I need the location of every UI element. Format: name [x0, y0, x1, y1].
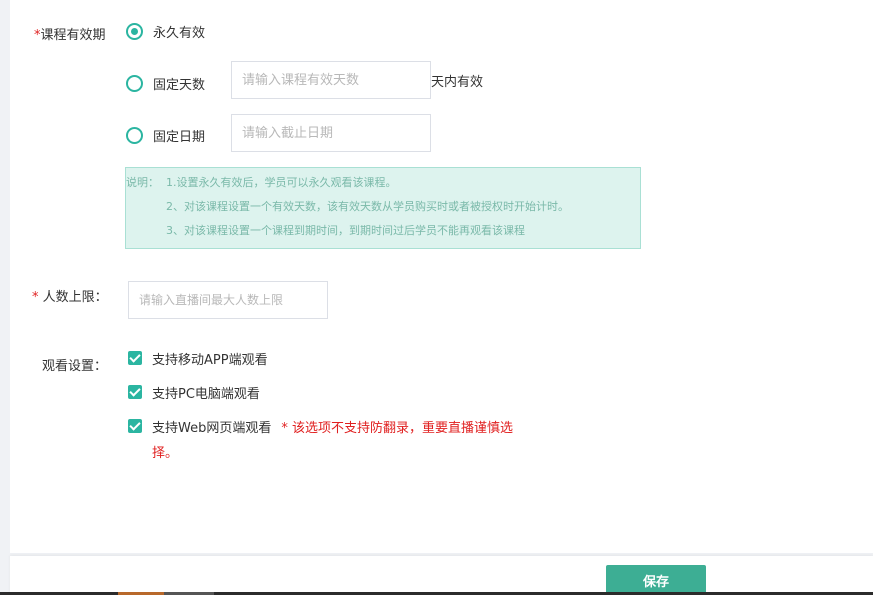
web-warning-text-cont: 择。: [152, 446, 179, 461]
max-users-label: * 人数上限：: [32, 286, 108, 305]
max-users-input[interactable]: [128, 281, 328, 319]
radio-fixed-days[interactable]: 固定天数: [126, 74, 205, 93]
radio-permanent[interactable]: 永久有效: [126, 22, 205, 41]
radio-fixed-days-indicator[interactable]: [126, 75, 143, 92]
required-mark: *: [32, 290, 39, 305]
radio-permanent-indicator[interactable]: [126, 23, 143, 40]
left-strip: [0, 0, 10, 595]
fixed-date-input[interactable]: [231, 114, 431, 152]
validity-label: *课程有效期: [34, 24, 106, 43]
validity-label-text: 课程有效期: [40, 28, 106, 43]
save-button[interactable]: 保存: [606, 565, 706, 595]
web-warning-text: * 该选项不支持防翻录，重要直播谨慎选: [281, 421, 513, 436]
notice-prefix: 说明：: [126, 176, 159, 189]
notice-line-2: 2、对该课程设置一个有效天数，该有效天数从学员购买时或者被授权时开始计时。: [166, 200, 569, 213]
checkbox-mobile-app[interactable]: 支持移动APP端观看: [128, 349, 268, 368]
checkbox-mobile-app-label: 支持移动APP端观看: [152, 353, 268, 368]
checkbox-pc[interactable]: 支持PC电脑端观看: [128, 383, 260, 402]
radio-fixed-date-label: 固定日期: [153, 130, 206, 145]
checkbox-web-label: 支持Web网页端观看: [152, 421, 272, 436]
fixed-days-input[interactable]: [231, 61, 431, 99]
checkbox-pc-indicator[interactable]: [128, 385, 142, 399]
notice-line-1: 1.设置永久有效后，学员可以永久观看该课程。: [166, 176, 397, 189]
checkbox-web-indicator[interactable]: [128, 419, 142, 433]
fixed-days-suffix: 天内有效: [431, 75, 484, 90]
validity-notice: 说明： 1.设置永久有效后，学员可以永久观看该课程。 2、对该课程设置一个有效天…: [125, 167, 641, 249]
radio-fixed-days-label: 固定天数: [153, 78, 206, 93]
checkbox-mobile-app-indicator[interactable]: [128, 351, 142, 365]
watch-settings-label: 观看设置：: [42, 359, 108, 374]
checkbox-pc-label: 支持PC电脑端观看: [152, 387, 260, 402]
footer-bar: [10, 556, 873, 595]
radio-permanent-label: 永久有效: [153, 26, 206, 41]
radio-fixed-date-indicator[interactable]: [126, 127, 143, 144]
max-users-label-text: 人数上限：: [42, 290, 108, 305]
checkbox-web[interactable]: 支持Web网页端观看 * 该选项不支持防翻录，重要直播谨慎选: [128, 417, 513, 436]
notice-line-3: 3、对该课程设置一个课程到期时间，到期时间过后学员不能再观看该课程: [166, 224, 525, 237]
radio-fixed-date[interactable]: 固定日期: [126, 126, 205, 145]
page: *课程有效期 永久有效 固定天数 天内有效 固定日期 说明： 1.设置永久有效后…: [0, 0, 873, 595]
